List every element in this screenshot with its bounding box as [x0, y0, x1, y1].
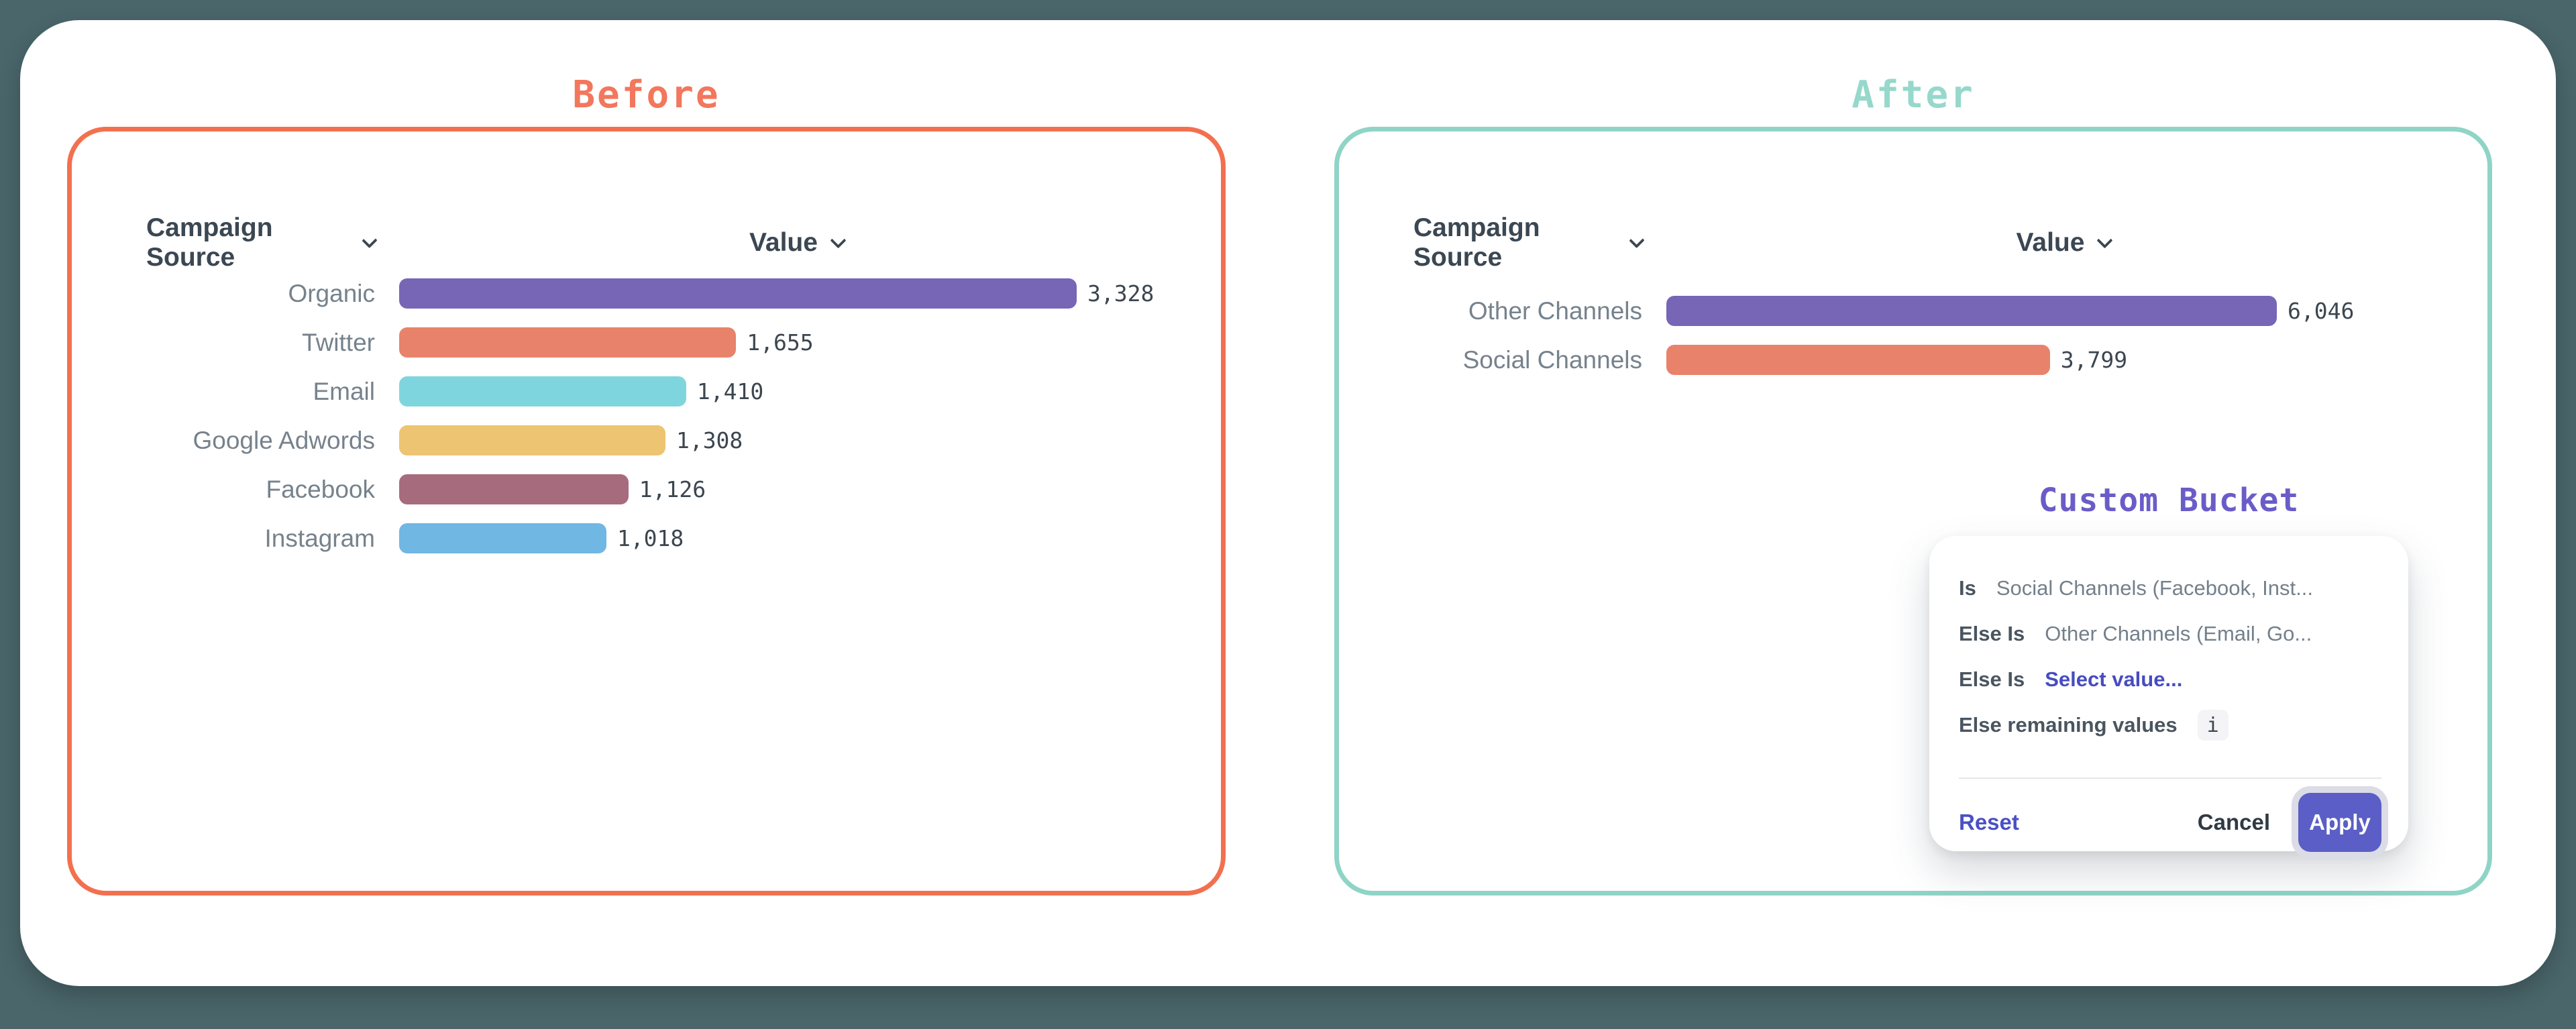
- bar-label: Facebook: [146, 476, 375, 504]
- bar-label: Google Adwords: [146, 427, 375, 455]
- bar[interactable]: [399, 474, 629, 504]
- bar-area: 3,328: [399, 278, 1194, 309]
- table-row: Organic 3,328: [146, 269, 1194, 318]
- campaign-source-header-label: Campaign Source: [1413, 213, 1617, 272]
- bar-area: 1,308: [399, 425, 1194, 455]
- table-row: Twitter 1,655: [146, 318, 1194, 367]
- bar[interactable]: [1666, 345, 2050, 375]
- bar[interactable]: [399, 523, 606, 553]
- before-chart: Campaign Source Value Organic 3,328 Twitte…: [146, 229, 1194, 563]
- rule-condition-label: Else Is: [1959, 622, 2025, 646]
- after-title: After: [1334, 75, 2492, 115]
- bucket-rule-row: Is Social Channels (Facebook, Inst...: [1959, 565, 2381, 611]
- cancel-button[interactable]: Cancel: [2198, 810, 2270, 835]
- rule-condition-label: Else remaining values: [1959, 713, 2178, 737]
- bar-area: 1,018: [399, 523, 1194, 553]
- bar[interactable]: [1666, 296, 2277, 326]
- reset-button[interactable]: Reset: [1959, 810, 2019, 835]
- bar-value: 1,018: [617, 525, 684, 551]
- apply-button[interactable]: Apply: [2298, 793, 2381, 852]
- popup-divider: [1959, 777, 2381, 779]
- rule-value-text[interactable]: Other Channels (Email, Go...: [2045, 622, 2312, 646]
- campaign-source-header[interactable]: Campaign Source: [146, 213, 375, 272]
- table-row: Other Channels 6,046: [1413, 286, 2461, 335]
- bar[interactable]: [399, 425, 665, 455]
- table-row: Facebook 1,126: [146, 465, 1194, 514]
- table-row: Email 1,410: [146, 367, 1194, 416]
- bar[interactable]: [399, 278, 1077, 309]
- value-header[interactable]: Value: [399, 228, 1194, 258]
- bucket-rule-row: Else Is Other Channels (Email, Go...: [1959, 611, 2381, 657]
- bucket-rule-row: Else Is Select value...: [1959, 657, 2381, 702]
- before-title: Before: [67, 75, 1226, 115]
- popup-footer: Reset Cancel Apply: [1929, 787, 2408, 858]
- rule-condition-label: Else Is: [1959, 667, 2025, 692]
- bar-label: Social Channels: [1413, 346, 1642, 374]
- bar-value: 1,410: [697, 378, 763, 404]
- bar-label: Instagram: [146, 525, 375, 553]
- value-header-label: Value: [749, 228, 818, 258]
- rule-value-text[interactable]: Social Channels (Facebook, Inst...: [1996, 576, 2313, 600]
- bar-label: Twitter: [146, 329, 375, 357]
- chevron-down-icon: [830, 232, 846, 248]
- rule-condition-label: Is: [1959, 576, 1976, 600]
- value-header[interactable]: Value: [1666, 228, 2461, 258]
- bar-area: 1,655: [399, 327, 1194, 358]
- bar-label: Organic: [146, 280, 375, 308]
- select-value-link[interactable]: Select value...: [2045, 667, 2182, 692]
- bar[interactable]: [399, 376, 686, 407]
- table-row: Google Adwords 1,308: [146, 416, 1194, 465]
- bar-value: 3,799: [2061, 347, 2127, 373]
- custom-bucket-popup: Is Social Channels (Facebook, Inst... Else…: [1929, 536, 2408, 851]
- bar-area: 1,126: [399, 474, 1194, 504]
- comparison-card: Before Campaign Source Value Organic 3,32…: [20, 20, 2556, 986]
- after-bar-rows: Other Channels 6,046 Social Channels 3,799: [1413, 286, 2461, 384]
- before-panel: Campaign Source Value Organic 3,328 Twitte…: [67, 127, 1226, 896]
- bar-label: Other Channels: [1413, 297, 1642, 325]
- table-row: Social Channels 3,799: [1413, 335, 2461, 384]
- value-header-label: Value: [2017, 228, 2085, 258]
- bar-value: 3,328: [1087, 280, 1154, 307]
- campaign-source-header[interactable]: Campaign Source: [1413, 213, 1642, 272]
- bar-value: 1,655: [747, 329, 813, 356]
- bucket-rules-list: Is Social Channels (Facebook, Inst... Else…: [1929, 536, 2408, 748]
- campaign-source-header-label: Campaign Source: [146, 213, 350, 272]
- after-chart-header: Campaign Source Value: [1413, 229, 2461, 256]
- chevron-down-icon: [2097, 232, 2113, 248]
- bucket-rule-row: Else remaining values i: [1959, 702, 2381, 748]
- bar-area: 1,410: [399, 376, 1194, 407]
- chevron-down-icon: [1629, 232, 1644, 248]
- bar-area: 6,046: [1666, 296, 2461, 326]
- before-chart-header: Campaign Source Value: [146, 229, 1194, 256]
- before-bar-rows: Organic 3,328 Twitter 1,655 Email 1,410 Google…: [146, 269, 1194, 563]
- info-icon[interactable]: i: [2198, 710, 2229, 741]
- table-row: Instagram 1,018: [146, 514, 1194, 563]
- bar[interactable]: [399, 327, 736, 358]
- bar-area: 3,799: [1666, 345, 2461, 375]
- footer-actions: Cancel Apply: [2198, 793, 2381, 852]
- bar-value: 1,308: [676, 427, 743, 453]
- chevron-down-icon: [362, 232, 377, 248]
- bar-label: Email: [146, 378, 375, 406]
- after-chart: Campaign Source Value Other Channels 6,04…: [1413, 229, 2461, 384]
- custom-bucket-title: Custom Bucket: [1929, 482, 2408, 519]
- bar-value: 6,046: [2288, 298, 2354, 324]
- bar-value: 1,126: [639, 476, 706, 502]
